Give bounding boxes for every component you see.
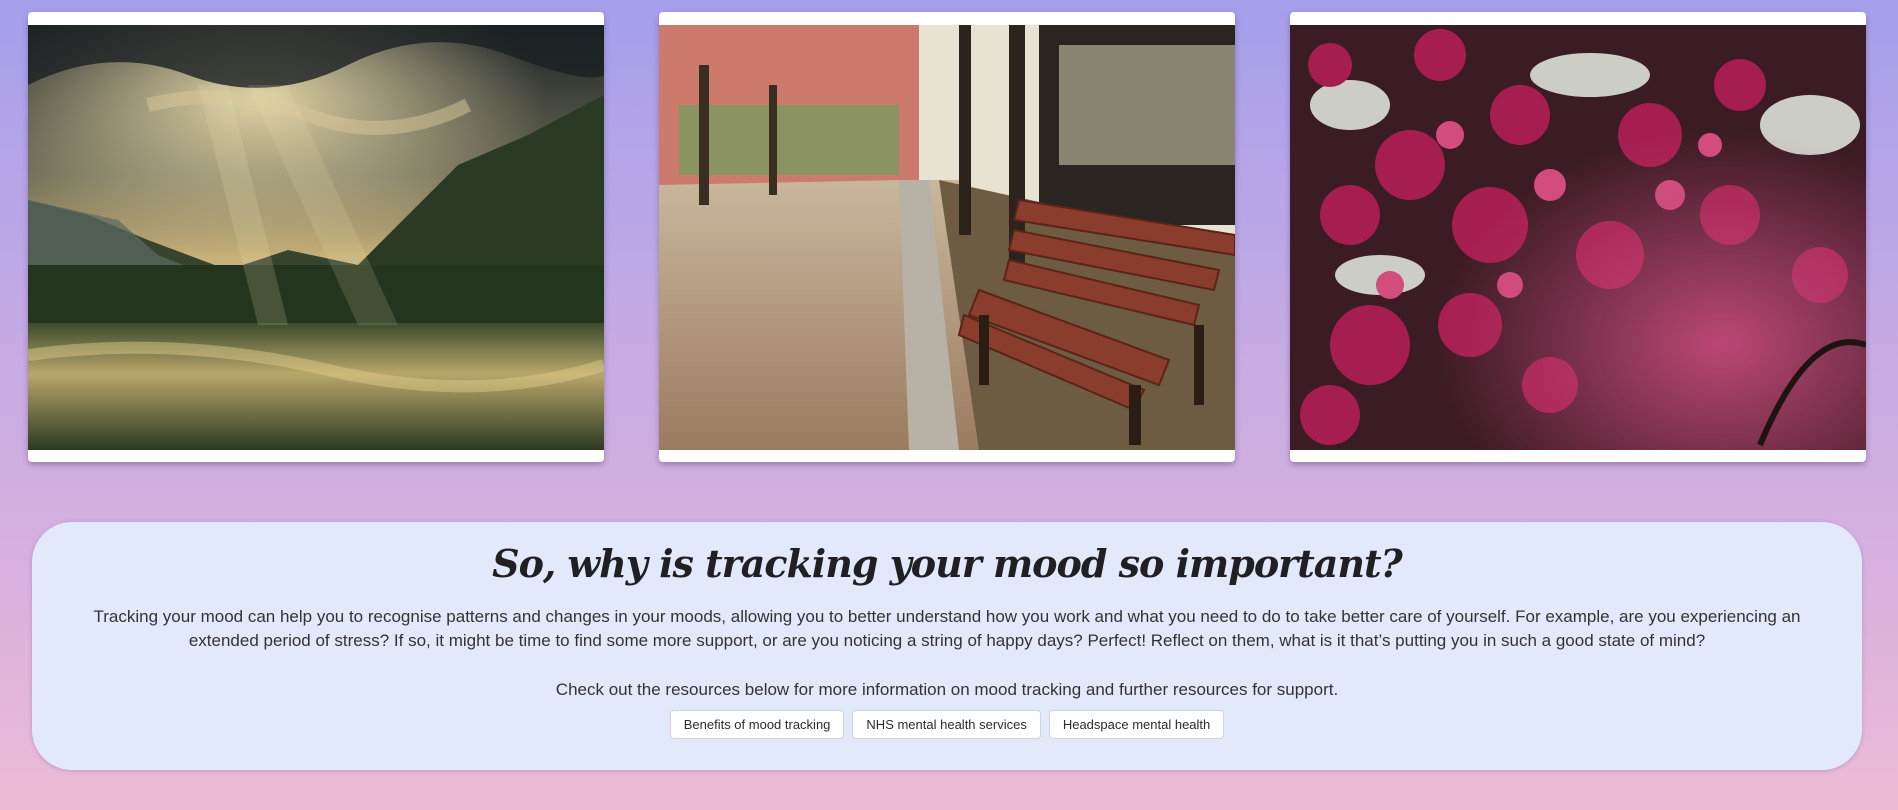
- pink-blossom-image: [1290, 25, 1866, 450]
- park-bench-image: [659, 25, 1235, 450]
- info-paragraph: Tracking your mood can help you to recog…: [93, 607, 1801, 651]
- mood-tracking-info-panel: So, why is tracking your mood so importa…: [32, 522, 1862, 770]
- resource-links: Benefits of mood tracking NHS mental hea…: [32, 710, 1862, 740]
- section-title: So, why is tracking your mood so importa…: [492, 541, 1403, 586]
- benefits-of-mood-tracking-button[interactable]: Benefits of mood tracking: [669, 710, 845, 740]
- photo-card-blossom: [1290, 12, 1866, 462]
- nhs-mental-health-button[interactable]: NHS mental health services: [852, 710, 1041, 740]
- headspace-mental-health-button[interactable]: Headspace mental health: [1048, 710, 1225, 740]
- photo-card-bench: [659, 12, 1235, 462]
- resources-intro: Check out the resources below for more i…: [555, 680, 1339, 700]
- lake-landscape-image: [28, 25, 604, 450]
- photo-card-lake: [28, 12, 604, 462]
